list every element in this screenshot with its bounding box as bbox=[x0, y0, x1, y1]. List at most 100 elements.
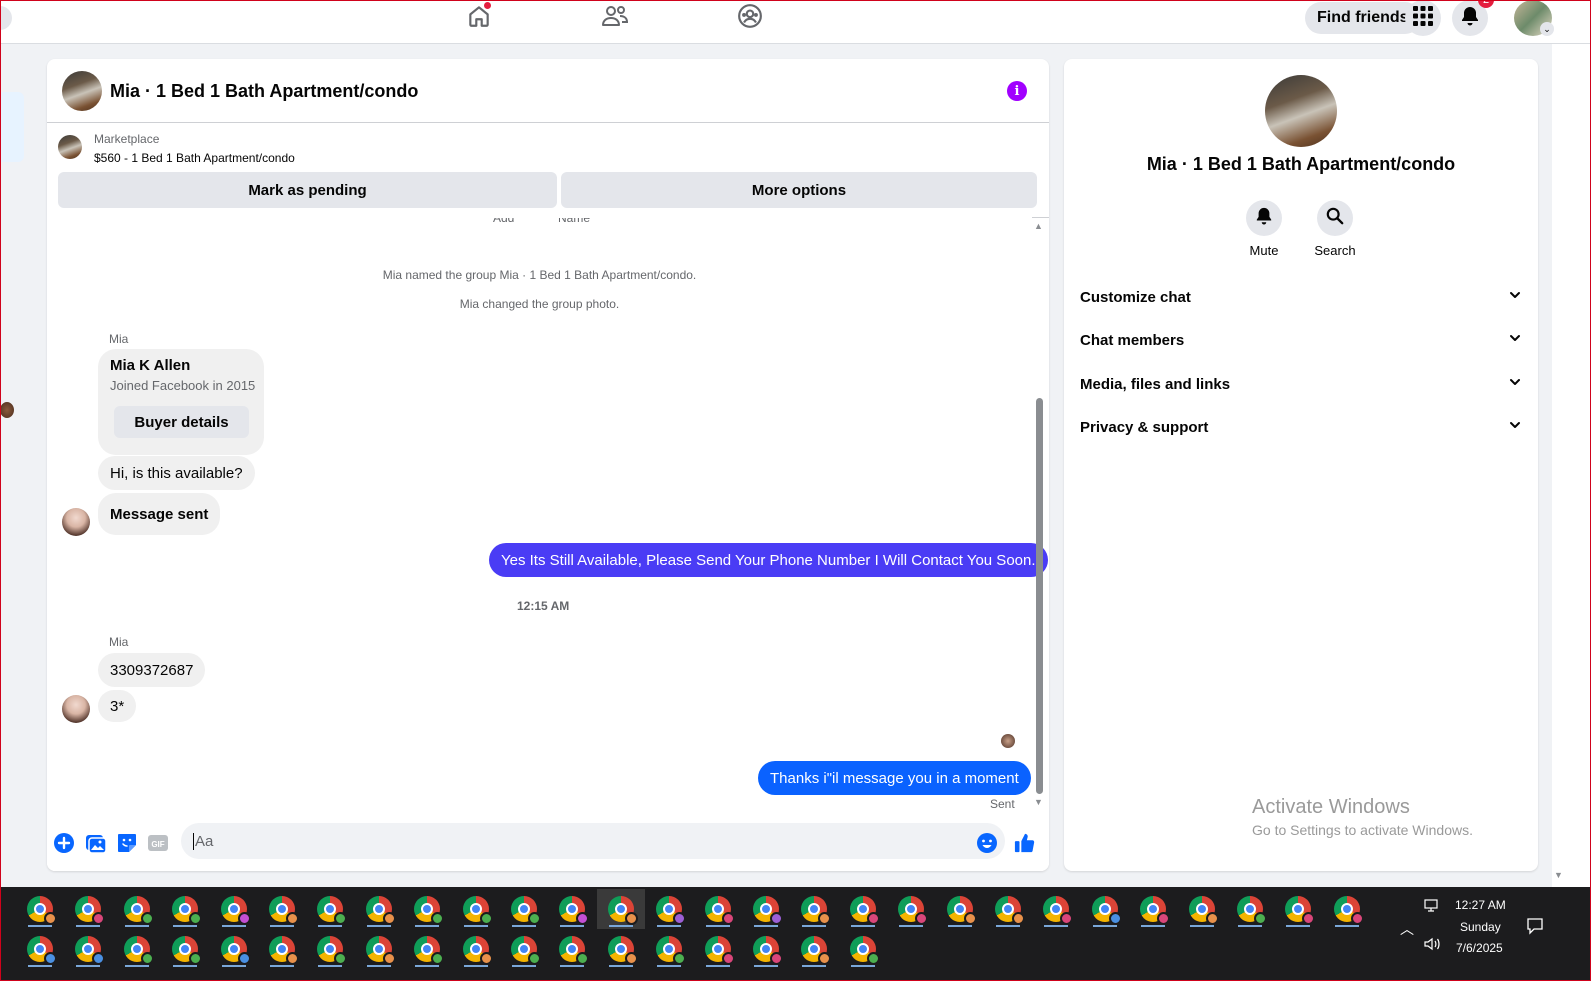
taskbar-chrome-window[interactable] bbox=[355, 889, 403, 929]
taskbar-chrome-window[interactable] bbox=[403, 889, 451, 929]
sender-avatar[interactable] bbox=[62, 695, 90, 723]
taskbar-chrome-window[interactable] bbox=[210, 929, 258, 969]
chrome-profile-badge-icon bbox=[92, 952, 106, 965]
network-icon[interactable] bbox=[1424, 899, 1440, 916]
taskbar-chrome-window[interactable] bbox=[258, 929, 306, 969]
taskbar-chrome-window[interactable] bbox=[64, 889, 112, 929]
taskbar-chrome-window[interactable] bbox=[113, 889, 161, 929]
mute-button[interactable] bbox=[1246, 200, 1282, 236]
incoming-message[interactable]: Message sent bbox=[98, 493, 221, 535]
sender-avatar[interactable] bbox=[62, 508, 90, 536]
taskbar-chrome-window[interactable] bbox=[306, 929, 354, 969]
taskbar-chrome-window[interactable] bbox=[500, 889, 548, 929]
scrollbar-thumb[interactable] bbox=[1036, 398, 1043, 794]
taskbar-chrome-window[interactable] bbox=[694, 889, 742, 929]
chrome-icon bbox=[753, 896, 783, 925]
taskbar-chrome-window[interactable] bbox=[1274, 889, 1322, 929]
home-nav-button[interactable] bbox=[457, 2, 501, 34]
plus-icon[interactable] bbox=[53, 832, 75, 854]
search-button[interactable] bbox=[1317, 200, 1353, 236]
incoming-message[interactable]: Hi, is this available? bbox=[98, 456, 255, 490]
gif-icon[interactable]: GIF bbox=[147, 832, 169, 854]
taskbar-chrome-window[interactable] bbox=[1032, 889, 1080, 929]
taskbar-chrome-window[interactable] bbox=[839, 929, 887, 969]
taskbar-chrome-window[interactable] bbox=[548, 929, 596, 969]
taskbar-chrome-window[interactable] bbox=[742, 929, 790, 969]
listing-title[interactable]: $560 - 1 Bed 1 Bath Apartment/condo bbox=[94, 151, 295, 165]
photo-icon[interactable] bbox=[85, 832, 107, 854]
listing-thumbnail[interactable] bbox=[58, 135, 82, 159]
taskbar-chrome-window[interactable] bbox=[161, 929, 209, 969]
taskbar-chrome-window[interactable] bbox=[210, 889, 258, 929]
taskbar-chrome-window[interactable] bbox=[694, 929, 742, 969]
taskbar-chrome-window[interactable] bbox=[1226, 889, 1274, 929]
info-icon[interactable]: i bbox=[1007, 81, 1027, 101]
incoming-message[interactable]: 3309372687 bbox=[98, 653, 206, 687]
chat-details-avatar[interactable] bbox=[1265, 75, 1337, 147]
taskbar-chrome-window[interactable] bbox=[500, 929, 548, 969]
taskbar-chrome-window[interactable] bbox=[161, 889, 209, 929]
incoming-message[interactable]: 3* bbox=[98, 690, 137, 722]
taskbar-chrome-window[interactable] bbox=[306, 889, 354, 929]
mark-as-pending-button[interactable]: Mark as pending bbox=[58, 172, 557, 208]
page-scroll-down-arrow-icon[interactable]: ▼ bbox=[1554, 870, 1563, 880]
scroll-down-arrow-icon[interactable]: ▼ bbox=[1034, 797, 1043, 807]
taskbar-chrome-window[interactable] bbox=[403, 929, 451, 969]
taskbar-chrome-window[interactable] bbox=[887, 889, 935, 929]
chat-members-section[interactable]: Chat members bbox=[1080, 325, 1522, 355]
taskbar-chrome-window[interactable] bbox=[1081, 889, 1129, 929]
taskbar-chrome-window[interactable] bbox=[16, 889, 64, 929]
friends-nav-button[interactable] bbox=[593, 2, 637, 34]
chrome-profile-badge-icon bbox=[721, 912, 735, 925]
taskbar-chrome-window[interactable] bbox=[258, 889, 306, 929]
taskbar-chrome-window[interactable] bbox=[452, 929, 500, 969]
taskbar-chrome-window[interactable] bbox=[645, 929, 693, 969]
volume-icon[interactable] bbox=[1424, 937, 1442, 954]
search-action[interactable]: Search bbox=[1299, 200, 1371, 258]
chrome-icon bbox=[462, 936, 493, 965]
thumbs-up-icon[interactable] bbox=[1014, 832, 1036, 854]
chat-title[interactable]: Mia · 1 Bed 1 Bath Apartment/condo bbox=[110, 81, 418, 102]
taskbar-chrome-window[interactable] bbox=[839, 889, 887, 929]
taskbar-chrome-window[interactable] bbox=[16, 929, 64, 969]
taskbar-chrome-window[interactable] bbox=[113, 929, 161, 969]
message-input[interactable]: Aa bbox=[181, 823, 1005, 859]
customize-chat-section[interactable]: Customize chat bbox=[1080, 282, 1522, 312]
taskbar-chrome-window[interactable] bbox=[452, 889, 500, 929]
taskbar-chrome-window[interactable] bbox=[1323, 889, 1371, 929]
outgoing-message[interactable]: Thanks i"il message you in a moment bbox=[758, 761, 1031, 795]
mute-action[interactable]: Mute bbox=[1228, 200, 1300, 258]
taskbar-chrome-window[interactable] bbox=[936, 889, 984, 929]
buyer-details-button[interactable]: Buyer details bbox=[114, 406, 249, 438]
taskbar-chrome-window[interactable] bbox=[984, 889, 1032, 929]
find-friends-button[interactable]: Find friends bbox=[1305, 2, 1421, 34]
scroll-up-arrow-icon[interactable]: ▲ bbox=[1034, 221, 1043, 231]
clock-date[interactable]: 7/6/2025 bbox=[1456, 941, 1503, 955]
account-menu-chevron-icon[interactable]: ⌄ bbox=[1540, 22, 1554, 36]
notifications-button[interactable]: 2 bbox=[1452, 0, 1494, 36]
groups-nav-button[interactable] bbox=[728, 2, 772, 34]
taskbar-chrome-window[interactable] bbox=[790, 929, 838, 969]
emoji-icon[interactable] bbox=[976, 832, 998, 854]
taskbar-chrome-window[interactable] bbox=[596, 889, 645, 929]
menu-button[interactable] bbox=[1405, 0, 1441, 36]
taskbar-chrome-window[interactable] bbox=[64, 929, 112, 969]
taskbar-chrome-window[interactable] bbox=[597, 929, 645, 969]
taskbar-chrome-window[interactable] bbox=[790, 889, 838, 929]
chat-avatar[interactable] bbox=[62, 71, 102, 111]
privacy-support-section[interactable]: Privacy & support bbox=[1080, 412, 1522, 442]
taskbar-chrome-window[interactable] bbox=[355, 929, 403, 969]
taskbar-chrome-window[interactable] bbox=[742, 889, 790, 929]
sticker-icon[interactable] bbox=[116, 832, 138, 854]
more-options-button[interactable]: More options bbox=[561, 172, 1037, 208]
taskbar-chrome-window[interactable] bbox=[645, 889, 693, 929]
clock-time[interactable]: 12:27 AM bbox=[1455, 898, 1506, 912]
media-files-links-section[interactable]: Media, files and links bbox=[1080, 369, 1522, 399]
taskbar-chrome-window[interactable] bbox=[1178, 889, 1226, 929]
clock-day[interactable]: Sunday bbox=[1460, 920, 1501, 934]
notification-center-icon[interactable] bbox=[1526, 917, 1544, 938]
outgoing-message[interactable]: Yes Its Still Available, Please Send You… bbox=[489, 543, 1048, 577]
taskbar-chrome-window[interactable] bbox=[548, 889, 596, 929]
taskbar-chrome-window[interactable] bbox=[1129, 889, 1177, 929]
show-hidden-icons-icon[interactable]: ︿ bbox=[1400, 919, 1414, 939]
